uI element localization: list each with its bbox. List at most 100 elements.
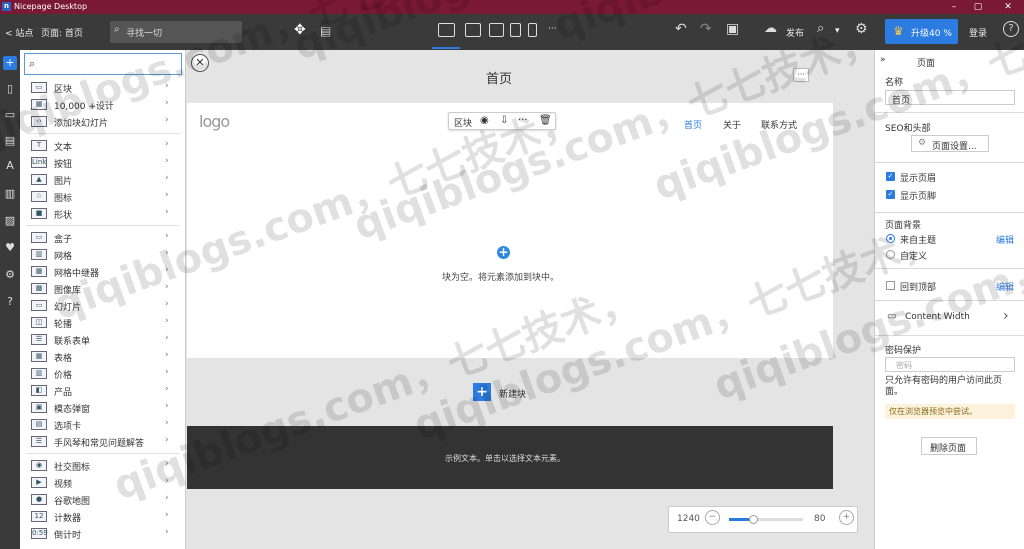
menu-item[interactable]: ☰ 手风琴和常见问题解答 › [20, 433, 186, 450]
more-devices-icon[interactable]: ··· [548, 24, 557, 34]
menu-item[interactable]: ▭ 幻灯片 › [20, 297, 186, 314]
menu-item[interactable]: ◧ 产品 › [20, 382, 186, 399]
menu-item[interactable]: ▥ 网格 › [20, 246, 186, 263]
page-settings-button[interactable]: ⚙ 页面设置... [911, 135, 989, 152]
desktop-view-icon[interactable] [438, 23, 455, 37]
menu-item[interactable]: ▲ 图片 › [20, 171, 186, 188]
menu-item[interactable]: ▭ 盒子 › [20, 229, 186, 246]
zoom-slider-track[interactable] [729, 515, 803, 524]
bg-custom-radio[interactable] [886, 250, 895, 259]
favorites-heart-icon[interactable]: ♥ [3, 241, 17, 255]
menu-item[interactable]: ▣ 模态弹窗 › [20, 399, 186, 416]
collapse-panel-icon[interactable]: » [880, 55, 886, 65]
upgrade-button[interactable]: ♛ 升级40 % [885, 19, 958, 44]
new-block-button[interactable]: 新建块 [499, 387, 526, 400]
delete-page-button[interactable]: 删除页面 [921, 437, 977, 455]
zoom-out-icon[interactable]: − [705, 510, 720, 525]
image-library-icon[interactable]: ▨ [3, 214, 17, 228]
menu-item[interactable]: ▥ 价格 › [20, 365, 186, 382]
help-circle-icon[interactable]: ? [3, 295, 17, 309]
phone-view-icon[interactable] [528, 23, 537, 37]
menu-item-label: 模态弹窗 [54, 405, 91, 415]
menu-item[interactable]: ☰ 联系表单 › [20, 331, 186, 348]
menu-item[interactable]: ☆ 图标 › [20, 188, 186, 205]
page-name-field[interactable]: 首页 [885, 90, 1015, 106]
block-delete-icon[interactable]: 🗑 [539, 115, 552, 126]
menu-item[interactable]: ▦ 表格 › [20, 348, 186, 365]
footer-block[interactable]: 示例文本。单击以选择文本元素。 [187, 426, 833, 489]
footer-sample-text[interactable]: 示例文本。单击以选择文本元素。 [445, 453, 565, 464]
comment-icon[interactable]: ▭ [3, 108, 17, 122]
menu-item[interactable]: ◉ 社交图标 › [20, 457, 186, 474]
menu-item[interactable]: ‹› 添加块幻灯片 › [20, 113, 186, 130]
menu-item[interactable]: 0:59 倒计时 › [20, 525, 186, 542]
undo-icon[interactable]: ↶ [675, 21, 687, 37]
settings-gear-icon[interactable]: ⚙ [855, 21, 868, 37]
show-header-checkbox[interactable]: ✓ [886, 172, 895, 181]
save-icon[interactable]: ▣ [726, 21, 739, 37]
canvas-width-value[interactable]: 1240 [677, 514, 700, 524]
logo-placeholder[interactable]: logo [199, 112, 230, 131]
tablet-landscape-icon[interactable] [489, 23, 504, 37]
back-to-top-edit-link[interactable]: 编辑 [996, 280, 1014, 293]
menu-item[interactable]: ▭ 区块 › [20, 79, 186, 96]
select-tool-icon[interactable]: ✥ [294, 22, 306, 38]
show-footer-checkbox[interactable]: ✓ [886, 190, 895, 199]
menu-item-label: 幻灯片 [54, 303, 82, 313]
menu-item[interactable]: ◫ 轮播 › [20, 314, 186, 331]
menu-item[interactable]: T 文本 › [20, 137, 186, 154]
menu-item[interactable]: ■ 形状 › [20, 205, 186, 222]
menu-item[interactable]: ▩ 图像库 › [20, 280, 186, 297]
pages-icon[interactable]: ▯ [3, 82, 17, 96]
publish-icon[interactable]: ☁ [764, 21, 777, 36]
zoom-in-icon[interactable]: + [839, 510, 854, 525]
templates-icon[interactable]: ▥ [3, 187, 17, 201]
preview-dropdown-icon[interactable]: ▾ [835, 26, 840, 36]
bg-theme-radio[interactable] [886, 234, 895, 243]
help-icon[interactable]: ? [1003, 21, 1019, 37]
page-more-icon[interactable]: ··· [793, 68, 809, 82]
page-selector[interactable]: 页面: 首页 [41, 26, 83, 39]
header-block[interactable]: logo 区块 ◉ ⇩ ··· 🗑 首页 关于 联系方式 + 块为空。将元素添加… [187, 103, 833, 358]
block-more-icon[interactable]: ··· [518, 115, 528, 126]
add-element-icon[interactable]: + [3, 56, 17, 70]
block-toolbar-label[interactable]: 区块 [454, 116, 472, 129]
global-search-box[interactable]: ⌕ 寻找一切 [110, 21, 242, 43]
login-button[interactable]: 登录 [969, 26, 987, 39]
publish-button[interactable]: 发布 [786, 26, 804, 39]
maximize-icon[interactable]: ▢ [964, 0, 992, 14]
close-window-icon[interactable]: ✕ [994, 0, 1022, 14]
menu-item[interactable]: 12 计数器 › [20, 508, 186, 525]
laptop-view-icon[interactable] [465, 23, 481, 37]
star-icon: ☆ [31, 191, 47, 202]
typography-icon[interactable]: A [3, 159, 17, 173]
menu-item[interactable]: ▤ 选项卡 › [20, 416, 186, 433]
menu-item[interactable]: Link 按钮 › [20, 154, 186, 171]
nav-item-about[interactable]: 关于 [723, 118, 741, 131]
block-move-icon[interactable]: ⇩ [500, 115, 508, 126]
nav-item-contact[interactable]: 联系方式 [761, 118, 797, 131]
layout-icon[interactable]: ▤ [320, 24, 331, 38]
chevron-right-icon[interactable]: › [1003, 308, 1009, 324]
menu-item[interactable]: ● 谷歌地图 › [20, 491, 186, 508]
password-input[interactable]: 密码 [885, 357, 1015, 372]
block-list-icon[interactable]: ▤ [3, 134, 17, 148]
tablet-portrait-icon[interactable] [510, 23, 521, 37]
content-width-label[interactable]: Content Width [905, 312, 970, 322]
site-link[interactable]: < 站点 [5, 26, 33, 39]
redo-icon[interactable]: ↷ [700, 21, 712, 37]
zoom-slider-handle[interactable] [749, 515, 759, 524]
menu-item[interactable]: ▶ 视频 › [20, 474, 186, 491]
add-element-plus-icon[interactable]: + [497, 246, 510, 259]
close-panel-icon[interactable]: ✕ [191, 54, 209, 72]
menu-item[interactable]: ▦ 10,000 +设计 › [20, 96, 186, 113]
site-settings-icon[interactable]: ⚙ [3, 268, 17, 282]
element-search-input[interactable]: ⌕ [24, 53, 182, 75]
new-block-plus-icon[interactable]: + [473, 383, 491, 401]
preview-icon[interactable]: ⌕ [817, 21, 824, 36]
block-style-icon[interactable]: ◉ [480, 115, 489, 126]
back-to-top-checkbox[interactable] [886, 281, 895, 290]
menu-item[interactable]: ▦ 网格中继器 › [20, 263, 186, 280]
bg-edit-link[interactable]: 编辑 [996, 233, 1014, 246]
nav-item-home[interactable]: 首页 [684, 118, 702, 131]
